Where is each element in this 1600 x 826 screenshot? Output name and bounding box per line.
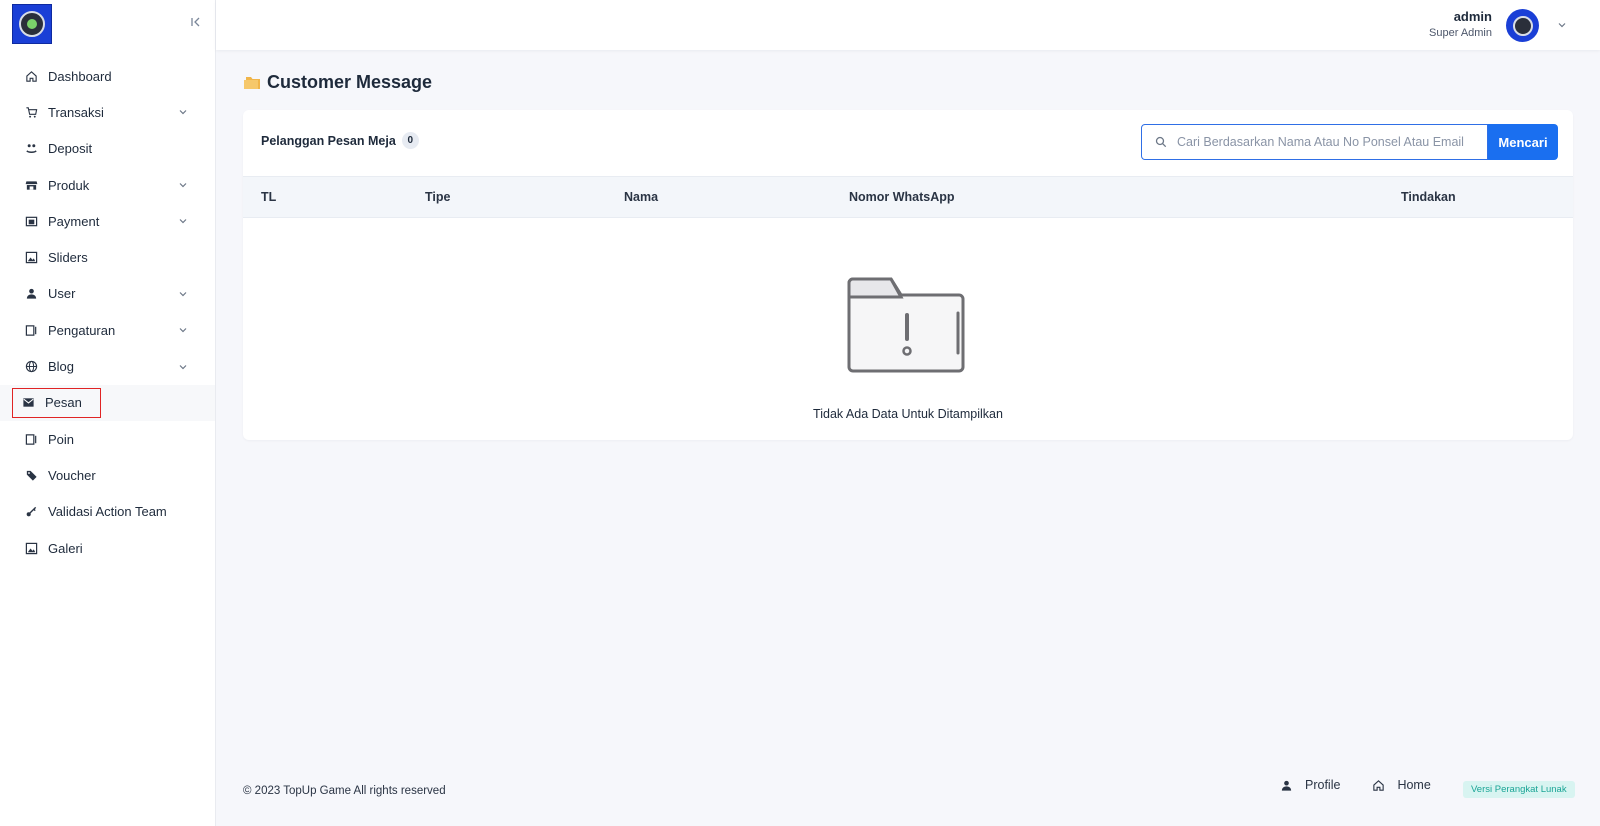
app-logo[interactable] — [12, 4, 52, 44]
gallery-icon — [24, 541, 38, 555]
chevron-down-icon — [179, 328, 187, 333]
column-header-tipe[interactable]: Tipe — [425, 190, 450, 204]
footer-link-profile[interactable]: Profile — [1280, 778, 1340, 792]
footer-links: Profile Home — [1280, 778, 1463, 792]
selection-highlight — [12, 387, 101, 418]
sidebar-item-galeri[interactable]: Galeri — [0, 530, 215, 566]
column-header-nama[interactable]: Nama — [624, 190, 658, 204]
globe-icon — [24, 360, 38, 374]
footer-link-label: Home — [1397, 778, 1431, 792]
sidebar-item-produk[interactable]: Produk — [0, 167, 215, 203]
search-button[interactable]: Mencari — [1488, 124, 1558, 160]
key-icon — [24, 505, 38, 519]
sidebar-item-transaksi[interactable]: Transaksi — [0, 94, 215, 130]
sidebar-item-payment[interactable]: Payment — [0, 203, 215, 239]
footer-link-home[interactable]: Home — [1372, 778, 1431, 792]
search-input[interactable] — [1177, 135, 1477, 149]
sidebar-item-validasi-action-team[interactable]: Validasi Action Team — [0, 494, 215, 530]
wallet-icon — [24, 214, 38, 228]
points-panel-icon — [24, 432, 38, 446]
sidebar-item-poin[interactable]: Poin — [0, 421, 215, 457]
column-header-nomor-whatsapp[interactable]: Nomor WhatsApp — [849, 190, 955, 204]
sidebar-item-pesan[interactable]: Pesan — [0, 384, 215, 421]
sidebar-item-label: Deposit — [48, 141, 93, 157]
settings-panel-icon — [24, 323, 38, 337]
top-bar: admin Super Admin — [216, 0, 1600, 50]
cart-icon — [24, 105, 38, 119]
home-icon — [1373, 779, 1385, 791]
image-icon — [24, 251, 38, 265]
sidebar-item-sliders[interactable]: Sliders — [0, 239, 215, 275]
sidebar-item-label: Voucher — [48, 467, 96, 483]
home-icon — [24, 69, 38, 83]
user-name: admin — [1453, 9, 1492, 24]
user-info[interactable]: admin Super Admin — [1429, 9, 1492, 39]
card-label-text: Pelanggan Pesan Meja — [261, 133, 396, 148]
sidebar-item-blog[interactable]: Blog — [0, 348, 215, 384]
card-header: Pelanggan Pesan Meja 0 Mencari — [243, 110, 1573, 176]
column-header-tindakan[interactable]: Tindakan — [1401, 190, 1456, 204]
sidebar-item-label: Galeri — [48, 540, 83, 556]
sidebar-item-label: Payment — [48, 213, 100, 229]
empty-folder-icon — [847, 275, 969, 378]
chevron-down-icon — [179, 183, 187, 188]
user-icon — [24, 287, 38, 301]
sidebar-item-pengaturan[interactable]: Pengaturan — [0, 312, 215, 348]
sidebar-item-label: Pengaturan — [48, 322, 116, 338]
version-badge: Versi Perangkat Lunak — [1463, 781, 1575, 798]
chevron-down-icon — [179, 110, 187, 115]
folder-icon — [244, 76, 260, 89]
column-header-tl[interactable]: TL — [261, 190, 276, 204]
messages-card: Pelanggan Pesan Meja 0 Mencari TL Tipe N… — [243, 110, 1573, 440]
chevron-down-icon — [179, 219, 187, 224]
empty-state-text: Tidak Ada Data Untuk Ditampilkan — [813, 407, 1003, 421]
sidebar-item-label: Poin — [48, 431, 75, 447]
count-badge: 0 — [401, 132, 419, 149]
chevron-down-icon[interactable] — [1556, 19, 1568, 31]
collapse-sidebar-icon[interactable] — [188, 16, 204, 32]
search-box — [1141, 124, 1488, 160]
copyright-text: © 2023 TopUp Game All rights reserved — [243, 785, 446, 797]
sidebar-item-label: Dashboard — [48, 68, 112, 84]
sidebar-item-label: Validasi Action Team — [48, 504, 167, 520]
page-title: Customer Message — [267, 72, 433, 92]
sidebar-item-voucher[interactable]: Voucher — [0, 457, 215, 493]
sidebar-item-label: Blog — [48, 359, 75, 375]
sidebar: Dashboard Transaksi Deposit Produk Payme… — [0, 0, 216, 826]
card-label: Pelanggan Pesan Meja 0 — [261, 132, 419, 149]
sidebar-item-user[interactable]: User — [0, 276, 215, 312]
sidebar-item-dashboard[interactable]: Dashboard — [0, 58, 215, 94]
page-header: Customer Message — [243, 72, 432, 93]
avatar[interactable] — [1506, 9, 1539, 42]
tag-icon — [24, 468, 38, 482]
search-icon — [1155, 136, 1167, 148]
sidebar-item-label: User — [48, 286, 76, 302]
store-icon — [24, 178, 38, 192]
sidebar-item-label: Produk — [48, 177, 90, 193]
user-role: Super Admin — [1429, 27, 1492, 39]
deposit-icon — [24, 142, 38, 156]
sidebar-nav: Dashboard Transaksi Deposit Produk Payme… — [0, 58, 215, 566]
chevron-down-icon — [179, 364, 187, 369]
table-header: TL Tipe Nama Nomor WhatsApp Tindakan — [243, 176, 1573, 218]
footer-link-label: Profile — [1305, 778, 1341, 792]
user-icon — [1281, 780, 1292, 791]
chevron-down-icon — [179, 291, 187, 297]
sidebar-item-deposit[interactable]: Deposit — [0, 131, 215, 167]
sidebar-item-label: Sliders — [48, 250, 88, 266]
sidebar-item-label: Transaksi — [48, 104, 104, 120]
